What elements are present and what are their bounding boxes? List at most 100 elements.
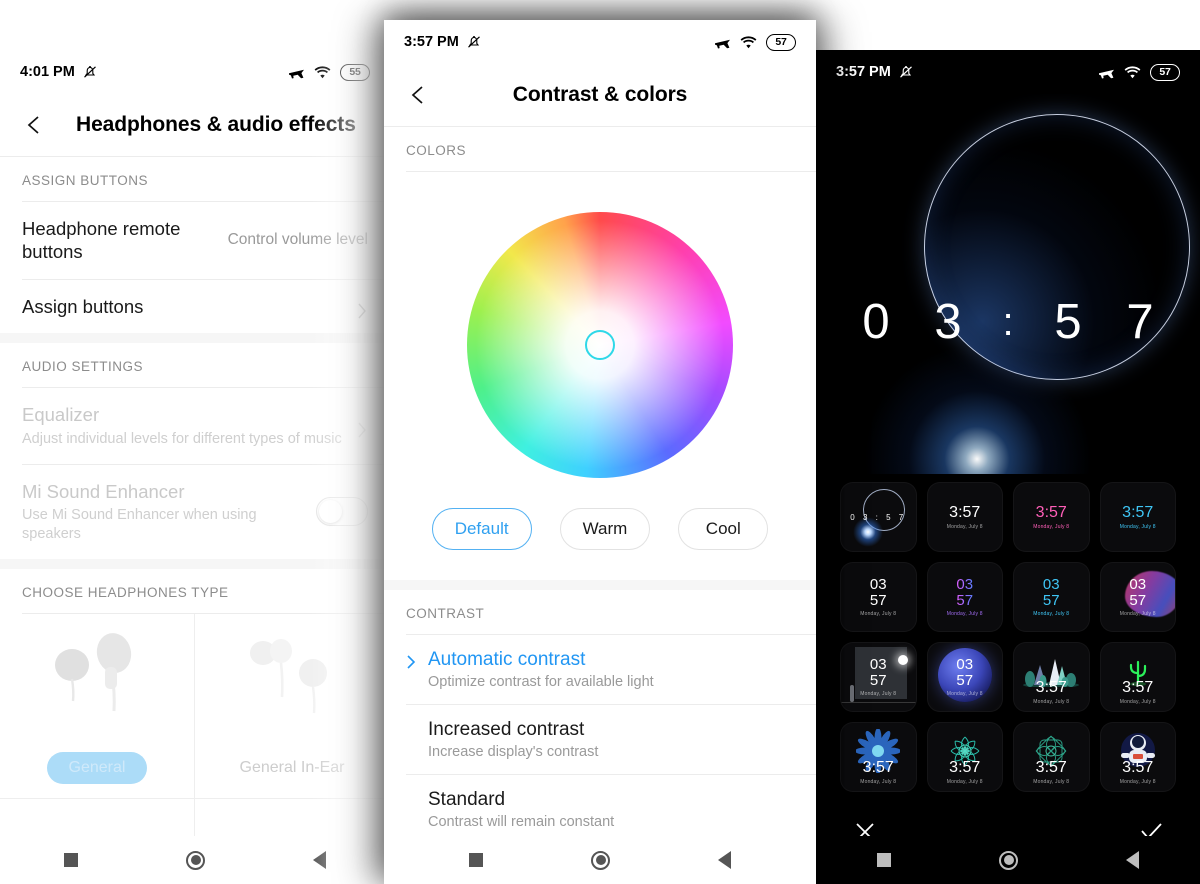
section-header-choose-headphones-type: CHOOSE HEADPHONES TYPE [0, 568, 390, 613]
chip-default[interactable]: Default [431, 508, 532, 550]
preview-digit-m2: 7 [1126, 295, 1154, 349]
thumb-date: Monday, July 8 [860, 691, 897, 698]
thumb-time: 03 57 [956, 655, 974, 689]
lockscreen-thumb-flower-blue[interactable]: 3:57 Monday, July 8 [840, 722, 917, 792]
status-time: 3:57 PM [404, 34, 459, 50]
page-title: Headphones & audio effects [76, 113, 356, 136]
color-wheel-cursor[interactable] [585, 330, 615, 360]
mi-sound-enhancer-toggle[interactable] [316, 497, 368, 527]
lockscreen-thumb-mandala-green[interactable]: 3:57 Monday, July 8 [1013, 722, 1090, 792]
wifi-icon [314, 65, 331, 79]
thumb-time: 0 3 : 5 7 [850, 512, 907, 522]
circle-icon[interactable] [999, 850, 1018, 870]
thumb-time: 3:57 [862, 759, 894, 776]
thumb-date: Monday, July 8 [1119, 699, 1156, 705]
square-icon[interactable] [469, 853, 483, 867]
contrast-option-subtitle: Contrast will remain constant [428, 814, 615, 830]
thumb-time: 03 57 [1129, 575, 1147, 609]
preview-clock: 0 3 : 5 7 [816, 294, 1200, 350]
airplane-icon [288, 65, 305, 80]
triangle-back-icon[interactable] [718, 851, 731, 869]
marker-placeholder [406, 789, 418, 794]
thumb-time: 3:57 [1122, 679, 1154, 696]
chip-cool[interactable]: Cool [678, 508, 769, 550]
lockscreen-thumb-stack-cyan[interactable]: 03 57 Monday, July 8 [1013, 562, 1090, 632]
lockscreen-thumb-cactus[interactable]: 3:57 Monday, July 8 [1099, 642, 1176, 712]
square-icon[interactable] [877, 853, 891, 867]
wifi-icon [740, 35, 757, 49]
section-gap [0, 558, 390, 569]
contrast-option-title: Standard [428, 789, 506, 810]
thumb-date: Monday, July 8 [946, 523, 983, 530]
status-bar-mid: 3:57 PM 57 [384, 20, 816, 64]
lockscreen-thumb-mountains[interactable]: 3:57 Monday, July 8 [1013, 642, 1090, 712]
lockscreen-thumb-pink[interactable]: 3:57 Monday, July 8 [1013, 482, 1090, 552]
triangle-back-icon[interactable] [313, 851, 326, 869]
headphone-type-label: General In-Ear [239, 758, 345, 776]
thumb-time: 3:57 [1035, 679, 1067, 696]
status-time: 3:57 PM [836, 64, 891, 80]
lockscreen-thumb-window[interactable]: 03 57 Monday, July 8 [840, 642, 917, 712]
thumb-date: Monday, July 8 [860, 611, 897, 618]
airplane-icon [714, 35, 731, 50]
headphone-type-general-in-ear[interactable]: General In-Ear [195, 613, 390, 799]
thumb-time: 3:57 [1122, 759, 1154, 776]
color-wheel[interactable] [467, 212, 733, 478]
contrast-option-automatic[interactable]: Automatic contrast Optimize contrast for… [384, 635, 816, 704]
back-chevron-icon[interactable] [406, 82, 432, 108]
lockscreen-preview[interactable]: 0 3 : 5 7 [816, 94, 1200, 474]
selected-chevron-icon [406, 649, 418, 675]
thumb-time: 3:57 [1122, 503, 1154, 521]
preview-colon: : [1002, 299, 1014, 344]
section-header-contrast: CONTRAST [384, 590, 816, 634]
lockscreen-thumb-blob[interactable]: 03 57 Monday, July 8 [1099, 562, 1176, 632]
lockscreen-thumb-stack-white[interactable]: 03 57 Monday, July 8 [840, 562, 917, 632]
lockscreen-style-grid: 0 3 : 5 7 3:57 Monday, July 8 3:57 Monda… [816, 474, 1200, 792]
row-title: Mi Sound Enhancer [22, 480, 185, 502]
thumb-date: Monday, July 8 [946, 611, 983, 618]
row-subtitle: Adjust individual levels for different t… [22, 430, 342, 447]
phone-panel-headphones: 4:01 PM 55 Headphones & audio effects AS… [0, 50, 390, 884]
preview-digit-h1: 0 [862, 295, 890, 349]
navbar-left [0, 836, 390, 884]
thumb-date: Monday, July 8 [946, 691, 983, 698]
contrast-option-increased[interactable]: Increased contrast Increase display's co… [384, 705, 816, 774]
triangle-back-icon[interactable] [1126, 851, 1139, 869]
circle-icon[interactable] [591, 850, 610, 870]
section-gap [384, 580, 816, 590]
lockscreen-thumb-stack-gradient[interactable]: 03 57 Monday, July 8 [926, 562, 1003, 632]
square-icon[interactable] [64, 853, 78, 867]
row-mi-sound-enhancer[interactable]: Mi Sound Enhancer Use Mi Sound Enhancer … [0, 464, 390, 559]
lockscreen-thumb-astronaut[interactable]: 3:57 Monday, July 8 [1099, 722, 1176, 792]
row-headphone-remote-buttons[interactable]: Headphone remote buttons Control volume … [0, 202, 390, 279]
wifi-icon [1124, 65, 1141, 79]
row-title: Equalizer [22, 404, 100, 426]
app-bar-left: Headphones & audio effects [0, 94, 390, 156]
preview-digit-h2: 3 [934, 295, 962, 349]
circle-icon[interactable] [186, 850, 205, 870]
back-chevron-icon[interactable] [22, 112, 48, 138]
row-assign-buttons[interactable]: Assign buttons [0, 279, 390, 334]
row-value: Control volume level [227, 231, 368, 249]
headphone-type-general[interactable]: General [0, 613, 195, 799]
thumb-date: Monday, July 8 [946, 779, 983, 785]
lockscreen-thumb-cyan[interactable]: 3:57 Monday, July 8 [1099, 482, 1176, 552]
row-equalizer[interactable]: Equalizer Adjust individual levels for d… [0, 388, 390, 464]
thumb-time: 03 57 [869, 575, 887, 609]
status-bar-left: 4:01 PM 55 [0, 50, 390, 94]
contrast-option-subtitle: Increase display's contrast [428, 744, 599, 760]
chevron-right-icon [356, 301, 368, 319]
bell-muted-icon [82, 64, 98, 80]
bell-muted-icon [466, 34, 482, 50]
preview-digit-m1: 5 [1054, 295, 1082, 349]
thumb-time: 3:57 [1035, 759, 1067, 776]
contrast-option-standard[interactable]: Standard Contrast will remain constant [384, 775, 816, 844]
lockscreen-thumb-planet[interactable]: 03 57 Monday, July 8 [926, 642, 1003, 712]
lockscreen-thumb-mandala-teal[interactable]: 3:57 Monday, July 8 [926, 722, 1003, 792]
earbuds-open-icon [0, 614, 194, 752]
airplane-icon [1098, 65, 1115, 80]
thumb-date: Monday, July 8 [1033, 699, 1070, 705]
lockscreen-thumb-eclipse[interactable]: 0 3 : 5 7 [840, 482, 917, 552]
lockscreen-thumb-classic[interactable]: 3:57 Monday, July 8 [926, 482, 1003, 552]
chip-warm[interactable]: Warm [559, 508, 651, 550]
